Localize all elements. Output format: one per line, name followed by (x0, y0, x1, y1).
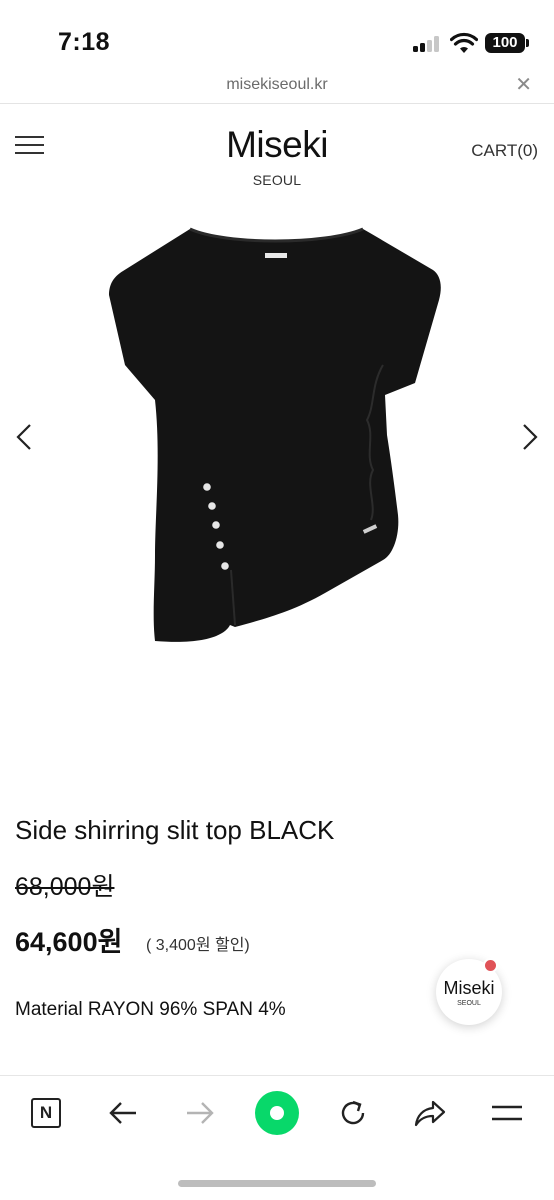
refresh-icon (341, 1100, 365, 1125)
menu-button[interactable] (485, 1091, 529, 1135)
url-text[interactable]: misekiseoul.kr (0, 76, 554, 94)
back-button[interactable] (101, 1091, 145, 1135)
close-icon[interactable]: ✕ (515, 74, 532, 96)
price-discount: ( 3,400원 할인) (146, 937, 250, 954)
share-button[interactable] (408, 1091, 452, 1135)
back-arrow-icon (109, 1102, 136, 1124)
forward-arrow-icon (187, 1102, 214, 1124)
price-original: 68,000원 (15, 873, 115, 901)
status-bar: 7:18 100 (0, 0, 554, 72)
home-indicator[interactable] (178, 1180, 376, 1187)
product-title: Side shirring slit top BLACK (15, 815, 335, 845)
wifi-icon (450, 32, 478, 53)
menu-icon (492, 1105, 522, 1121)
home-button[interactable] (255, 1091, 299, 1135)
browser-toolbar: N (0, 1075, 554, 1200)
share-icon (414, 1100, 446, 1127)
price-sale: 64,600원 (15, 927, 123, 957)
chat-badge-sublabel: SEOUL (457, 1000, 481, 1007)
chevron-left-icon[interactable] (12, 422, 36, 452)
cart-link[interactable]: CART(0) (471, 141, 538, 161)
url-bar[interactable]: misekiseoul.kr ✕ (0, 72, 554, 104)
forward-button[interactable] (178, 1091, 222, 1135)
status-time: 7:18 (58, 28, 111, 56)
signal-icon (413, 36, 441, 52)
battery-icon: 100 (485, 33, 529, 53)
site-logo-sub: SEOUL (252, 172, 302, 188)
product-image-carousel (0, 200, 554, 780)
site-header: Miseki SEOUL CART(0) (0, 104, 554, 200)
n-logo-icon: N (31, 1098, 61, 1128)
chat-badge-label: Miseki (443, 978, 495, 998)
n-logo-button[interactable]: N (24, 1091, 68, 1135)
refresh-button[interactable] (331, 1091, 375, 1135)
green-home-icon (255, 1091, 299, 1135)
product-material: Material RAYON 96% SPAN 4% (15, 999, 286, 1020)
chevron-right-icon[interactable] (518, 422, 542, 452)
notification-dot (483, 958, 498, 973)
product-image (109, 227, 441, 642)
